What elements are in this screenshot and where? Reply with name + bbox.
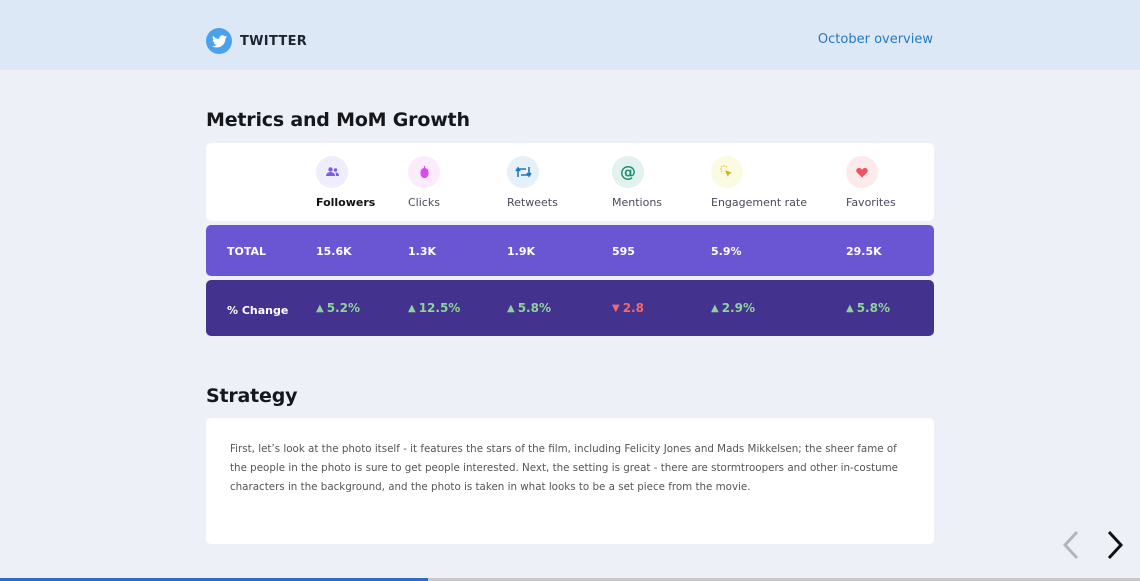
at-icon: @ — [612, 156, 644, 188]
strategy-title: Strategy — [206, 385, 298, 407]
metric-favorites[interactable]: Favorites — [846, 156, 896, 209]
total-value-retweets: 1.9K — [507, 245, 536, 258]
mouse-icon — [408, 156, 440, 188]
followers-icon — [316, 156, 348, 188]
brand-name: TWITTER — [240, 33, 308, 49]
trend-up-icon: ▲ — [507, 302, 515, 314]
chevron-left-icon — [1062, 530, 1079, 560]
trend-up-icon: ▲ — [408, 302, 416, 314]
metric-followers[interactable]: Followers — [316, 156, 375, 209]
metrics-title: Metrics and MoM Growth — [206, 109, 470, 131]
trend-up-icon: ▲ — [711, 302, 719, 314]
change-value-text: 5.2% — [326, 301, 360, 315]
heart-icon — [846, 156, 878, 188]
metric-label: Followers — [316, 196, 376, 209]
trend-up-icon: ▲ — [316, 302, 324, 314]
metric-engagement-rate[interactable]: Engagement rate — [711, 156, 807, 209]
cursor-click-icon — [711, 156, 743, 188]
metric-label: Retweets — [507, 196, 558, 209]
strategy-text: First, let’s look at the photo itself - … — [230, 443, 899, 493]
total-row: TOTAL 15.6K 1.3K 1.9K 595 5.9% 29.5K — [206, 225, 934, 276]
total-value-followers: 15.6K — [316, 245, 352, 258]
strategy-card: First, let’s look at the photo itself - … — [206, 418, 934, 544]
total-value-favorites: 29.5K — [846, 245, 882, 258]
change-value-followers: ▲ 5.2% — [316, 301, 360, 315]
change-value-text: 5.8% — [856, 301, 890, 315]
trend-up-icon: ▲ — [846, 302, 854, 314]
metric-label: Favorites — [846, 196, 896, 209]
total-value-engagement-rate: 5.9% — [711, 245, 742, 258]
change-value-favorites: ▲ 5.8% — [846, 301, 890, 315]
top-bar: TWITTER October overview — [0, 0, 1140, 70]
change-value-text: 2.8 — [622, 301, 644, 315]
metric-label: Clicks — [408, 196, 440, 209]
brand: TWITTER — [206, 28, 307, 54]
retweet-icon — [507, 156, 539, 188]
total-label: TOTAL — [227, 245, 267, 258]
metric-retweets[interactable]: Retweets — [507, 156, 558, 209]
change-value-text: 2.9% — [721, 301, 755, 315]
change-value-mentions: ▼ 2.8 — [612, 301, 644, 315]
metric-label: Engagement rate — [711, 196, 808, 209]
change-row: % Change ▲ 5.2% ▲ 12.5% ▲ 5.8% ▼ 2.8 ▲ 2.9% ▲ 5.8% — [206, 280, 934, 336]
twitter-bird-icon — [206, 28, 232, 54]
total-value-mentions: 595 — [612, 245, 635, 258]
metric-mentions[interactable]: @ Mentions — [612, 156, 662, 209]
change-value-retweets: ▲ 5.8% — [507, 301, 551, 315]
trend-down-icon: ▼ — [612, 302, 620, 314]
metric-label: Mentions — [612, 196, 663, 209]
prev-slide-button[interactable] — [1056, 528, 1086, 562]
metric-clicks[interactable]: Clicks — [408, 156, 440, 209]
change-label: % Change — [227, 304, 289, 317]
change-value-text: 5.8% — [517, 301, 551, 315]
chevron-right-icon — [1107, 530, 1124, 560]
change-value-text: 12.5% — [418, 301, 461, 315]
change-value-clicks: ▲ 12.5% — [408, 301, 460, 315]
total-value-clicks: 1.3K — [408, 245, 437, 258]
october-overview-link[interactable]: October overview — [818, 32, 933, 47]
metrics-header-card: Followers Clicks Retweets @ Mentions Eng… — [206, 143, 934, 221]
next-slide-button[interactable] — [1100, 528, 1130, 562]
change-value-engagement-rate: ▲ 2.9% — [711, 301, 755, 315]
